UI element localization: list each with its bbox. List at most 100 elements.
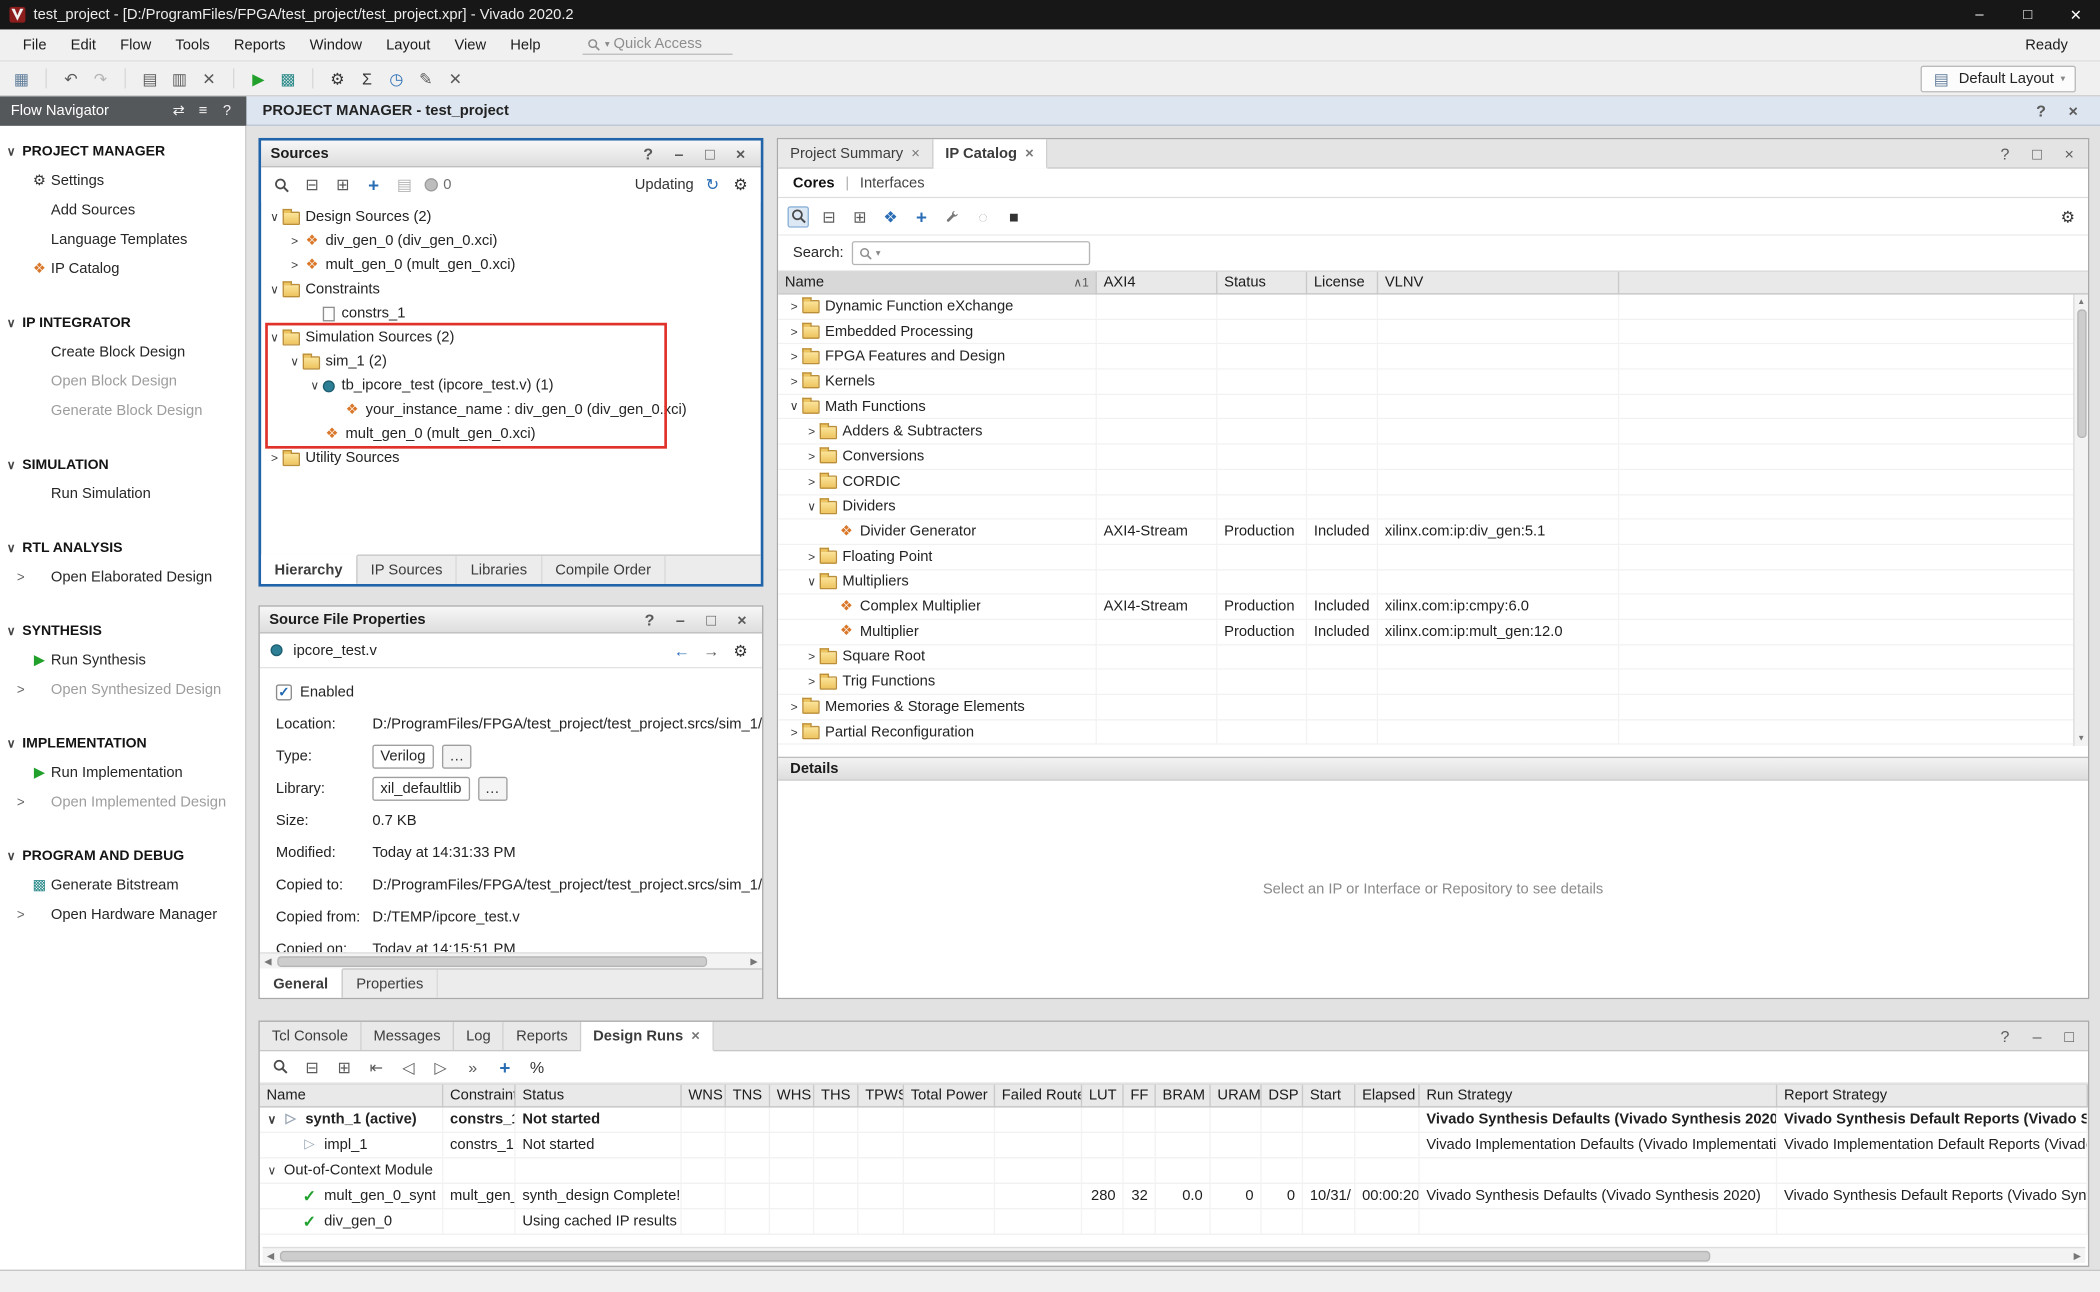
column-header-elapsed[interactable]: Elapsed [1355, 1085, 1419, 1106]
percent-icon[interactable]: % [526, 1056, 547, 1077]
settings-icon[interactable]: ⚙ [730, 174, 751, 195]
float-icon[interactable]: □ [699, 143, 720, 164]
minimize-icon[interactable]: – [668, 143, 689, 164]
ip-catalog-row-complex-multiplier[interactable]: ❖Complex MultiplierAXI4-StreamProduction… [778, 595, 2088, 620]
flow-item-ip-catalog[interactable]: ❖IP Catalog [0, 254, 245, 283]
close-tab-icon[interactable]: × [911, 145, 920, 161]
expander-closed-icon[interactable]: > [287, 234, 303, 247]
column-header-ff[interactable]: FF [1124, 1085, 1156, 1106]
ip-catalog-vscrollbar[interactable]: ▲ ▼ [2073, 295, 2088, 746]
add-icon[interactable]: + [911, 206, 932, 227]
close-icon[interactable]: × [2059, 143, 2080, 164]
ip-catalog-row-square-root[interactable]: >Square Root [778, 645, 2088, 670]
expander-closed-icon[interactable]: > [786, 375, 802, 388]
expand-all-icon[interactable]: ⊞ [332, 174, 353, 195]
column-header-bram[interactable]: BRAM [1156, 1085, 1211, 1106]
expander-closed-icon[interactable]: > [786, 350, 802, 363]
save-icon[interactable]: ▦ [11, 68, 32, 89]
tab-properties[interactable]: Properties [343, 970, 438, 998]
flow-item-generate-block-design[interactable]: Generate Block Design [0, 396, 245, 425]
design-runs-hscrollbar[interactable]: ◀ ▶ [263, 1247, 2086, 1263]
schedule-icon[interactable]: ◷ [386, 68, 407, 89]
helpw-icon[interactable]: ? [218, 102, 235, 119]
ip-catalog-row-multipliers[interactable]: ∨Multipliers [778, 570, 2088, 595]
source-tree-item[interactable]: >Utility Sources [261, 446, 761, 470]
browse-button[interactable]: … [442, 745, 471, 769]
ip-catalog-row-embedded-processing[interactable]: >Embedded Processing [778, 320, 2088, 345]
settings-icon[interactable]: ⚙ [730, 640, 751, 661]
view-cores[interactable]: Cores [793, 175, 835, 191]
window-maximize-icon[interactable]: □ [2004, 0, 2052, 29]
flow-item-run-implementation[interactable]: ▶Run Implementation [0, 758, 245, 787]
flow-item-open-elaborated-design[interactable]: >Open Elaborated Design [0, 563, 245, 592]
dock-icon[interactable]: ⇄ [170, 102, 187, 119]
delete-icon[interactable]: ✕ [198, 68, 219, 89]
menu-layout[interactable]: Layout [374, 33, 442, 57]
property-dropdown[interactable]: Verilog [372, 745, 434, 769]
flow-item-open-synthesized-design[interactable]: >Open Synthesized Design [0, 675, 245, 704]
property-editbox[interactable]: xil_defaultlib [372, 777, 469, 801]
help-icon[interactable]: ? [1994, 143, 2015, 164]
column-header-ths[interactable]: THS [814, 1085, 858, 1106]
ip-catalog-row-conversions[interactable]: >Conversions [778, 445, 2088, 470]
expander-closed-icon[interactable]: > [786, 700, 802, 713]
source-tree-item[interactable]: ∨tb_ipcore_test (ipcore_test.v) (1) [261, 374, 761, 398]
close-icon[interactable]: × [2063, 100, 2084, 121]
flow-item-generate-bitstream[interactable]: ▩Generate Bitstream [0, 871, 245, 900]
search-icon[interactable] [271, 174, 292, 195]
scroll-right-icon[interactable]: ▶ [746, 956, 762, 967]
menu-file[interactable]: File [11, 33, 59, 57]
expander-open-icon[interactable]: ∨ [804, 574, 820, 589]
scroll-up-icon[interactable]: ▲ [2077, 295, 2085, 310]
ip-catalog-row-trig-functions[interactable]: >Trig Functions [778, 670, 2088, 695]
flow-item-settings[interactable]: ⚙Settings [0, 166, 245, 195]
menu-help[interactable]: Help [498, 33, 552, 57]
ip-catalog-row-partial-reconfiguration[interactable]: >Partial Reconfiguration [778, 720, 2088, 745]
help-icon[interactable]: ? [1994, 1025, 2015, 1046]
ip-catalog-row-multiplier[interactable]: ❖MultiplierProductionIncludedxilinx.com:… [778, 620, 2088, 645]
column-header-dsp[interactable]: DSP [1262, 1085, 1304, 1106]
flow-section-header[interactable]: ∨IP INTEGRATOR [0, 308, 245, 337]
source-tree-item[interactable]: ∨sim_1 (2) [261, 350, 761, 374]
column-header-start[interactable]: Start [1303, 1085, 1355, 1106]
close-tab-icon[interactable]: × [1025, 145, 1034, 161]
reset-run-icon[interactable]: ⇤ [366, 1056, 387, 1077]
column-header-axi4[interactable]: AXI4 [1097, 272, 1218, 293]
flow-item-language-templates[interactable]: Language Templates [0, 225, 245, 254]
column-header-failed-routes[interactable]: Failed Routes [995, 1085, 1082, 1106]
undo-icon[interactable]: ↶ [60, 68, 81, 89]
ip-search-input[interactable]: ▾ [852, 241, 1090, 265]
ip-catalog-row-floating-point[interactable]: >Floating Point [778, 545, 2088, 570]
scroll-left-icon[interactable]: ◀ [263, 1250, 279, 1261]
expander-closed-icon[interactable]: > [804, 425, 820, 438]
window-minimize-icon[interactable]: – [1955, 0, 2003, 29]
tab-general[interactable]: General [260, 968, 343, 997]
help-icon[interactable]: ? [639, 609, 660, 630]
source-tree-item[interactable]: >❖mult_gen_0 (mult_gen_0.xci) [261, 253, 761, 277]
menu-icon[interactable]: ≡ [194, 102, 211, 119]
column-header-run-strategy[interactable]: Run Strategy [1420, 1085, 1778, 1106]
run-icon[interactable]: ▶ [248, 68, 269, 89]
column-header-constraints[interactable]: Constraints [443, 1085, 515, 1106]
flow-item-open-block-design[interactable]: Open Block Design [0, 367, 245, 396]
flow-section-header[interactable]: ∨PROGRAM AND DEBUG [0, 841, 245, 870]
flow-item-add-sources[interactable]: Add Sources [0, 196, 245, 225]
expander-open-icon[interactable]: ∨ [804, 499, 820, 514]
ip-catalog-row-adders-subtracters[interactable]: >Adders & Subtracters [778, 420, 2088, 445]
minimize-icon[interactable]: – [2026, 1025, 2047, 1046]
program-icon[interactable]: ▩ [277, 68, 298, 89]
tab-log[interactable]: Log [454, 1022, 504, 1050]
flow-item-open-implemented-design[interactable]: >Open Implemented Design [0, 788, 245, 817]
source-tree-item[interactable]: ∨Design Sources (2) [261, 205, 761, 229]
paste-icon[interactable]: ▥ [169, 68, 190, 89]
back-icon[interactable]: ← [671, 640, 692, 661]
design-run-row-mult-gen-0-synth-1[interactable]: ✓mult_gen_0_synth_1mult_gen_0synth_desig… [260, 1184, 2088, 1209]
scroll-down-icon[interactable]: ▼ [2077, 731, 2085, 746]
tab-design-runs[interactable]: Design Runs× [581, 1022, 713, 1051]
ip-catalog-row-kernels[interactable]: >Kernels [778, 370, 2088, 395]
flow-item-open-hardware-manager[interactable]: >Open Hardware Manager [0, 900, 245, 929]
tab-ip-sources[interactable]: IP Sources [357, 556, 457, 584]
tab-hierarchy[interactable]: Hierarchy [261, 554, 357, 583]
column-header-wns[interactable]: WNS [682, 1085, 726, 1106]
flow-item-run-synthesis[interactable]: ▶Run Synthesis [0, 646, 245, 675]
